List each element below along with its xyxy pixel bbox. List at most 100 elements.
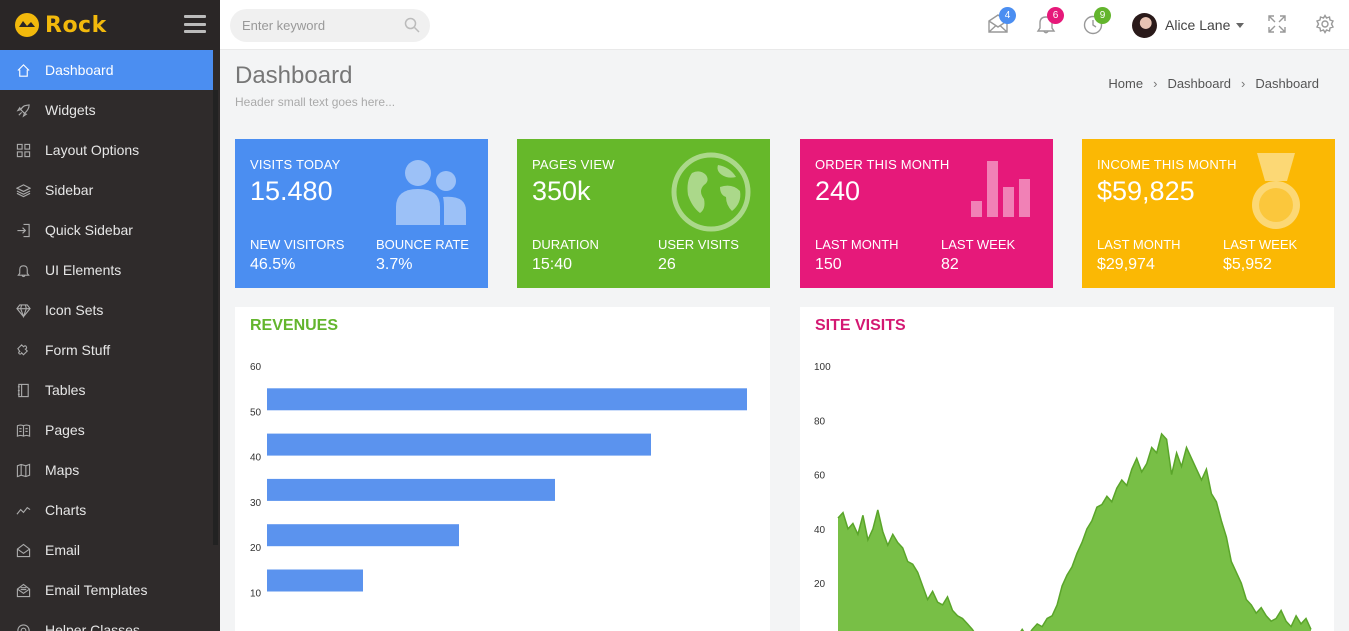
stat-label: LAST WEEK xyxy=(1223,237,1298,252)
stat-card-income: INCOME THIS MONTH $59,825 LAST MONTH $29… xyxy=(1082,139,1335,288)
revenues-chart: 60 50 40 30 20 10 xyxy=(250,362,747,600)
bar-chart-icon xyxy=(971,161,1030,217)
sidebar-item-pages[interactable]: Pages xyxy=(0,410,220,450)
notifications-badge: 6 xyxy=(1047,7,1064,24)
medal-icon xyxy=(1252,153,1300,229)
stat-title: PAGES VIEW xyxy=(532,157,615,172)
fullscreen-icon[interactable] xyxy=(1267,14,1287,34)
bar xyxy=(267,569,363,592)
breadcrumb-home[interactable]: Home xyxy=(1108,76,1143,91)
stat-label: USER VISITS xyxy=(658,237,739,252)
envelope-letter-icon xyxy=(16,583,31,597)
sidebar-item-label: Quick Sidebar xyxy=(45,222,133,238)
stat-value: 350k xyxy=(532,176,591,206)
y-tick-label: 20 xyxy=(814,579,826,590)
bell-icon xyxy=(17,264,30,277)
sidebar-item-label: Form Stuff xyxy=(45,342,111,358)
sidebar-item-charts[interactable]: Charts xyxy=(0,490,220,530)
notebook-icon xyxy=(17,383,29,397)
helper-icon xyxy=(17,623,30,631)
page-title: Dashboard xyxy=(235,62,353,89)
stat-label: BOUNCE RATE xyxy=(376,237,469,252)
chevron-right-icon: › xyxy=(1153,76,1158,91)
chevron-down-icon xyxy=(1236,22,1245,28)
y-tick-label: 20 xyxy=(250,543,262,554)
page-subtitle: Header small text goes here... xyxy=(235,95,396,109)
site-visits-chart: 100 80 60 40 20 xyxy=(814,362,1312,631)
y-tick-label: 10 xyxy=(250,589,262,600)
app-logo-text[interactable]: Rock xyxy=(45,13,107,38)
stat-value: 240 xyxy=(815,176,861,206)
sidebar-item-label: Tables xyxy=(45,382,86,398)
sidebar-item-email-templates[interactable]: Email Templates xyxy=(0,570,220,610)
stat-value: 15.480 xyxy=(250,176,333,206)
sidebar-item-label: Maps xyxy=(45,462,80,478)
area-fill xyxy=(838,433,1311,631)
layers-icon xyxy=(16,183,31,197)
sidebar-item-label: Sidebar xyxy=(45,182,94,198)
y-tick-label: 30 xyxy=(250,498,262,509)
search-input[interactable] xyxy=(230,9,390,42)
bar xyxy=(267,478,555,501)
y-tick-label: 60 xyxy=(814,471,826,482)
y-tick-label: 40 xyxy=(814,525,826,536)
stat-subvalue: $5,952 xyxy=(1223,256,1272,273)
sidebar-item-helper-classes[interactable]: Helper Classes xyxy=(0,610,220,631)
tasks-button[interactable]: 9 xyxy=(1082,7,1111,35)
user-menu[interactable]: Alice Lane xyxy=(1132,12,1245,38)
bar xyxy=(267,524,459,547)
stat-subvalue: $29,974 xyxy=(1097,256,1155,273)
stat-subvalue: 15:40 xyxy=(532,256,573,273)
sidebar-item-form-stuff[interactable]: Form Stuff xyxy=(0,330,220,370)
search-box xyxy=(230,9,430,42)
sidebar-item-sidebar[interactable]: Sidebar xyxy=(0,170,220,210)
search-icon[interactable] xyxy=(404,17,420,33)
sidebar-item-tables[interactable]: Tables xyxy=(0,370,220,410)
bar xyxy=(267,433,651,456)
sidebar: Rock Dashboard Widgets Layout Options Si… xyxy=(0,0,220,631)
sidebar-item-widgets[interactable]: Widgets xyxy=(0,90,220,130)
sidebar-item-dashboard[interactable]: Dashboard xyxy=(0,50,213,90)
stat-value: $59,825 xyxy=(1097,176,1195,206)
sidebar-menu: Dashboard Widgets Layout Options Sidebar… xyxy=(0,50,220,631)
sidebar-item-label: Email Templates xyxy=(45,582,148,598)
sidebar-item-icon-sets[interactable]: Icon Sets xyxy=(0,290,220,330)
stat-title: INCOME THIS MONTH xyxy=(1097,157,1237,172)
sidebar-item-label: Icon Sets xyxy=(45,302,104,318)
stat-title: VISITS TODAY xyxy=(250,157,341,172)
sidebar-item-label: Email xyxy=(45,542,81,558)
y-tick-label: 60 xyxy=(250,362,262,373)
diamond-icon xyxy=(16,303,31,318)
chevron-right-icon: › xyxy=(1241,76,1246,91)
sidebar-item-label: Dashboard xyxy=(45,62,114,78)
sidebar-item-ui-elements[interactable]: UI Elements xyxy=(0,250,220,290)
login-icon xyxy=(17,223,30,237)
sidebar-item-layout-options[interactable]: Layout Options xyxy=(0,130,220,170)
stat-subvalue: 26 xyxy=(658,256,676,273)
y-tick-label: 50 xyxy=(250,407,262,418)
envelope-open-icon xyxy=(16,543,31,557)
sidebar-item-label: UI Elements xyxy=(45,262,122,278)
breadcrumb-dashboard[interactable]: Dashboard xyxy=(1167,76,1231,91)
puzzle-icon xyxy=(17,343,29,356)
stat-card-visits: VISITS TODAY 15.480 NEW VISITORS 46.5% B… xyxy=(235,139,488,288)
stat-label: NEW VISITORS xyxy=(250,237,345,252)
book-icon xyxy=(16,424,31,437)
home-icon xyxy=(17,63,30,77)
gear-icon[interactable] xyxy=(1315,14,1335,34)
menu-toggle-icon[interactable] xyxy=(184,15,206,33)
breadcrumb: Home › Dashboard › Dashboard xyxy=(1108,76,1319,91)
y-tick-label: 80 xyxy=(814,416,826,427)
messages-button[interactable]: 4 xyxy=(987,7,1016,35)
notifications-button[interactable]: 6 xyxy=(1035,7,1064,35)
sidebar-scrollbar[interactable] xyxy=(213,90,218,545)
sidebar-item-maps[interactable]: Maps xyxy=(0,450,220,490)
sidebar-item-label: Widgets xyxy=(45,102,96,118)
stat-subvalue: 150 xyxy=(815,256,842,273)
grid-icon xyxy=(16,143,31,157)
logo-bar: Rock xyxy=(0,0,220,50)
globe-icon xyxy=(671,152,751,232)
sidebar-item-email[interactable]: Email xyxy=(0,530,220,570)
sidebar-item-quick-sidebar[interactable]: Quick Sidebar xyxy=(0,210,220,250)
messages-badge: 4 xyxy=(999,7,1016,24)
